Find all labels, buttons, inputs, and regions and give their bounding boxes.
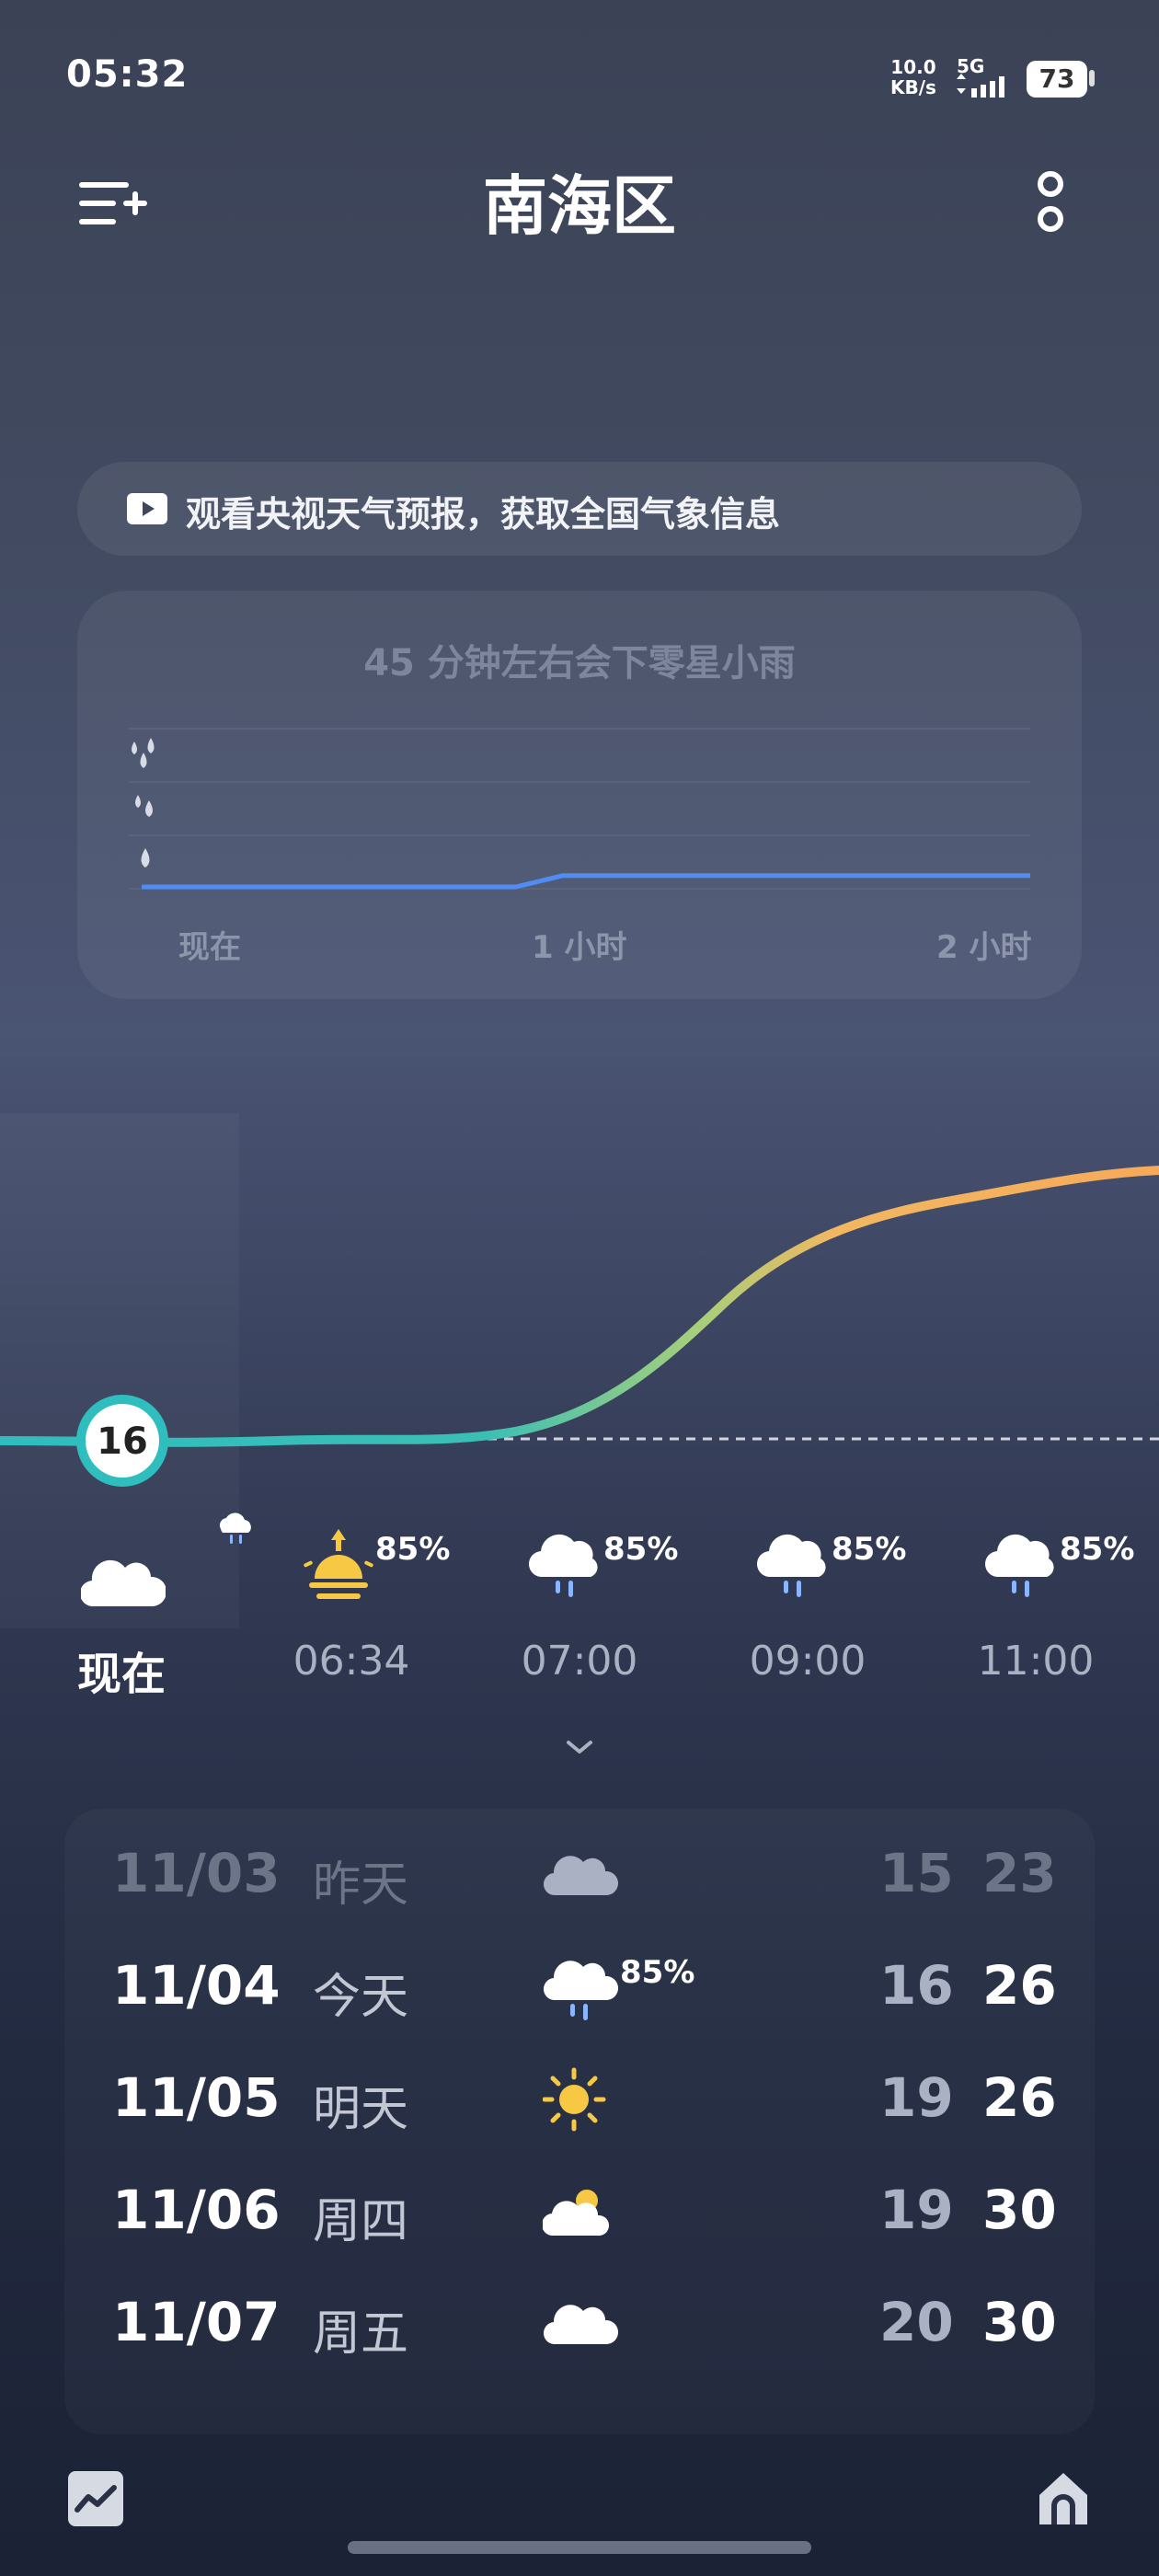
daily-low: 20 — [879, 2291, 954, 2353]
rain-cloud-icon — [756, 1534, 826, 1597]
daily-day-name: 周四 — [313, 2194, 409, 2249]
daily-row[interactable]: 11/05 明天 19 26 — [64, 2050, 1095, 2142]
home-indicator-bar[interactable] — [348, 2541, 811, 2554]
menu-add-icon[interactable] — [79, 180, 147, 226]
sunny-icon — [543, 2067, 606, 2132]
chevron-down-icon[interactable] — [563, 1737, 596, 1757]
rain-x-label-1h: 1 小时 — [532, 929, 627, 966]
hourly-precip-pct: 85% — [832, 1531, 907, 1568]
network-speed-value: 10.0 — [890, 56, 936, 78]
current-temperature-bubble: 16 — [97, 1420, 148, 1463]
precipitation-line — [142, 873, 1030, 890]
light-rain-icon — [219, 1512, 251, 1544]
daily-date: 11/04 — [112, 1954, 281, 2017]
rain-x-label-now: 现在 — [178, 929, 241, 966]
network-speed-unit: KB/s — [890, 76, 936, 98]
daily-high: 30 — [982, 2179, 1057, 2241]
daily-date: 11/05 — [112, 2066, 281, 2129]
rain-cloud-icon — [543, 1961, 619, 2020]
daily-row[interactable]: 11/04 今天 85% 16 26 — [64, 1938, 1095, 2030]
daily-low: 16 — [879, 1954, 954, 2017]
daily-day-name: 周五 — [313, 2306, 409, 2362]
heavy-rain-drops-icon — [132, 738, 155, 768]
hourly-item[interactable]: 85% 06:34 — [259, 1527, 450, 1711]
daily-date: 11/03 — [112, 1842, 281, 1904]
status-time: 05:32 — [66, 53, 189, 96]
hourly-item[interactable]: 85% 09:00 — [716, 1527, 907, 1711]
battery-indicator: 73 — [1027, 61, 1087, 98]
daily-low: 19 — [879, 2066, 954, 2129]
daily-row[interactable]: 11/07 周五 20 30 — [64, 2274, 1095, 2366]
hourly-time: 06:34 — [293, 1638, 410, 1685]
daily-day-name: 昨天 — [313, 1857, 409, 1913]
hourly-time: 07:00 — [521, 1638, 638, 1685]
daily-low: 15 — [879, 1842, 954, 1904]
daily-precip-pct: 85% — [620, 1954, 695, 1991]
battery-tip — [1089, 70, 1095, 86]
hourly-precip-pct: 85% — [603, 1531, 679, 1568]
cloudy-icon — [81, 1559, 166, 1607]
daily-high: 26 — [982, 2066, 1057, 2129]
daily-day-name: 今天 — [313, 1970, 409, 2025]
hourly-time: 09:00 — [749, 1638, 866, 1685]
hourly-item[interactable]: 85% 07:00 — [488, 1527, 679, 1711]
daily-row[interactable]: 11/06 周四 19 30 — [64, 2162, 1095, 2254]
partly-cloudy-icon — [543, 2190, 610, 2237]
moderate-rain-drops-icon — [135, 795, 153, 817]
hourly-item[interactable]: 85% 11:00 — [944, 1527, 1135, 1711]
daily-forecast-list: 11/03 昨天 15 23 11/04 今天 85% 16 26 11/05 … — [64, 1809, 1095, 2434]
rain-cloud-icon — [528, 1534, 598, 1597]
daily-low: 19 — [879, 2179, 954, 2241]
hourly-time: 11:00 — [977, 1638, 1095, 1685]
video-play-icon — [127, 493, 167, 524]
more-vertical-icon[interactable] — [1036, 169, 1065, 236]
home-icon[interactable] — [1034, 2469, 1093, 2528]
daily-date: 11/07 — [112, 2291, 281, 2353]
daily-high: 26 — [982, 1954, 1057, 2017]
daily-date: 11/06 — [112, 2179, 281, 2241]
cloudy-icon — [543, 1856, 619, 1896]
signal-icon — [957, 74, 1004, 98]
daily-high: 30 — [982, 2291, 1057, 2353]
light-rain-drop-icon — [141, 848, 150, 868]
hourly-precip-pct: 85% — [1060, 1531, 1135, 1568]
hourly-precip-pct: 85% — [375, 1531, 451, 1568]
daily-day-name: 明天 — [313, 2082, 409, 2137]
network-speed: 10.0 KB/s — [890, 57, 936, 98]
precipitation-forecast-card[interactable]: 45 分钟左右会下零星小雨 现在 1 小时 2 小时 — [77, 591, 1082, 999]
rain-cloud-icon — [984, 1534, 1054, 1597]
daily-row[interactable]: 11/03 昨天 15 23 — [64, 1825, 1095, 1917]
hourly-now-label: 现在 — [77, 1649, 166, 1700]
daily-high: 23 — [982, 1842, 1057, 1904]
cloudy-icon — [543, 2305, 619, 2345]
cctv-forecast-banner[interactable]: 观看央视天气预报，获取全国气象信息 — [77, 462, 1082, 556]
banner-text: 观看央视天气预报，获取全国气象信息 — [186, 494, 781, 535]
rain-x-label-2h: 2 小时 — [936, 929, 1032, 966]
sunrise-icon — [304, 1529, 373, 1599]
page-title: 南海区 — [483, 168, 676, 244]
trend-chart-icon[interactable] — [66, 2469, 125, 2528]
